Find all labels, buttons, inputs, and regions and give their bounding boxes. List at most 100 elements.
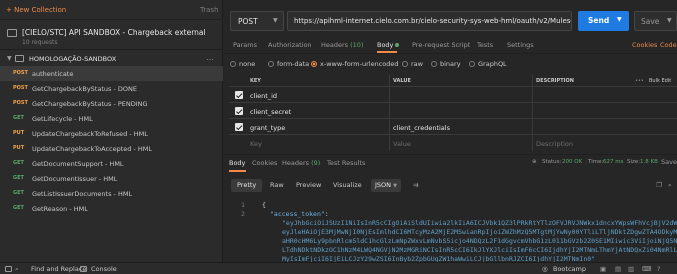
tab-settings[interactable]: Settings [507, 41, 534, 49]
more-options-icon[interactable]: ••• [635, 78, 644, 84]
sidebar-request-item[interactable]: GET GetListIssuerDocuments - HML [0, 186, 223, 201]
request-name: GetReason - HML [32, 204, 88, 213]
response-tab-body[interactable]: Body [229, 159, 245, 167]
sidebar-request-item[interactable]: GET GetLifecycle - HML [0, 111, 223, 126]
format-select-value: JSON [375, 181, 392, 189]
search-icon: ⌕ [15, 265, 19, 273]
request-tabs: Params Authorization Headers (10) Body P… [224, 38, 677, 54]
bootcamp-button[interactable]: Bootcamp [553, 265, 586, 273]
radio-urlencoded[interactable] [311, 61, 317, 67]
chevron-down-icon: ▼ [393, 183, 397, 189]
json-string-value: eyJleHAiOjE3MjMwNjI0NjEsImlhdCI6MTcyMzA2… [282, 228, 677, 236]
sidebar-toggle-icon[interactable] [5, 266, 12, 272]
chevron-down-icon: ▼ [273, 17, 278, 24]
response-tab-cookies[interactable]: Cookies [252, 159, 277, 167]
sidebar-request-item[interactable]: PUT UpdateChargebackToRefused - HML [0, 126, 223, 141]
format-pretty-button[interactable]: Pretty [231, 179, 263, 192]
request-name: GetDocumentSupport - HML [32, 159, 124, 168]
folder-homologacao[interactable]: ▼ HOMOLOGAÇÃO-SANDBOX … [0, 52, 223, 66]
response-tab-headers-count: (9) [311, 159, 321, 167]
search-icon[interactable]: ⌕ [662, 179, 677, 192]
trash-button[interactable]: Trash [200, 6, 219, 14]
table-row[interactable]: client_id [229, 87, 677, 103]
tab-body-underline [377, 51, 397, 53]
tab-headers-count: (10) [350, 41, 364, 49]
sidebar-request-item[interactable]: POST GetChargebackByStatus - PENDING [0, 96, 223, 111]
request-method-badge: POST [13, 70, 28, 76]
table-row[interactable]: grant_type client_credentials [229, 119, 677, 135]
json-punctuation: { [262, 201, 266, 209]
console-button[interactable]: Console [91, 265, 117, 273]
help-icon[interactable]: ? [657, 265, 660, 273]
param-key[interactable]: client_secret [250, 108, 291, 116]
request-method-badge: GET [13, 115, 24, 121]
tab-body[interactable]: Body [377, 41, 400, 49]
tab-pre-request-script[interactable]: Pre-request Script [412, 41, 470, 49]
radio-binary[interactable] [431, 61, 437, 67]
param-key[interactable]: grant_type [250, 124, 285, 132]
two-pane-icon[interactable]: ▥ [628, 265, 634, 273]
row-checkbox[interactable] [235, 123, 243, 131]
save-response-button[interactable]: Save Response [661, 158, 677, 166]
url-input[interactable]: https://apihml-internet.cielo.com.br/cie… [287, 11, 572, 31]
code-line: "eyJhbGciOiJSUzI1NiIsInR5cCIgOiAiSldUIiw… [282, 219, 677, 227]
wrap-lines-icon[interactable]: ⇉ [407, 179, 424, 192]
radio-form-data[interactable] [268, 61, 274, 67]
new-collection-button[interactable]: + New Collection [6, 6, 66, 14]
response-body-code[interactable]: 1 {2 "access_token": "eyJhbGciOiJSUzI1NiIsI… [224, 198, 677, 262]
request-name: GetListIssuerDocuments - HML [32, 189, 133, 198]
response-tab-headers[interactable]: Headers (9) [282, 159, 320, 167]
radio-raw[interactable] [402, 61, 408, 67]
tab-params[interactable]: Params [233, 41, 257, 49]
cookies-link[interactable]: Cookies [632, 41, 657, 49]
description-placeholder[interactable]: Description [536, 140, 573, 148]
save-button[interactable]: Save ▼ [634, 11, 677, 31]
param-key[interactable]: client_id [250, 92, 277, 100]
table-row[interactable]: client_secret [229, 103, 677, 119]
param-value[interactable]: client_credentials [393, 124, 450, 132]
code-line: eyJleHAiOjE3MjMwNjI0NjEsImlhdCI6MTcyMzA2… [282, 228, 677, 236]
column-divider [532, 75, 533, 151]
row-checkbox[interactable] [235, 91, 243, 99]
radio-none[interactable] [230, 61, 236, 67]
radio-graphql[interactable] [469, 61, 475, 67]
collection-header[interactable]: [CIELO/STC] API SANDBOX - Chargeback ext… [0, 22, 223, 50]
sidebar-request-item[interactable]: GET GetDocumentIssuer - HML [0, 171, 223, 186]
sidebar-request-item[interactable]: POST authenticate [0, 66, 223, 81]
key-placeholder[interactable]: Key [250, 140, 262, 148]
find-replace-button[interactable]: Find and Replace [31, 265, 86, 273]
browse-icon[interactable]: ▤ [615, 265, 621, 273]
response-format-bar: Pretty Raw Preview Visualize JSON ▼ ⇉ ❐ … [224, 175, 677, 195]
time-value: 627 ms [603, 159, 624, 165]
more-options-icon[interactable]: … [206, 53, 214, 62]
format-select[interactable]: JSON ▼ [371, 179, 401, 192]
send-button[interactable]: Send ▼ [578, 11, 629, 31]
tab-headers[interactable]: Headers (10) [321, 41, 363, 49]
format-preview-button[interactable]: Preview [290, 179, 327, 192]
chevron-down-icon[interactable]: ▼ [617, 16, 622, 23]
format-raw-button[interactable]: Raw [264, 179, 290, 192]
table-row-new[interactable]: Key Value Description [229, 135, 677, 151]
code-link[interactable]: Code [660, 41, 677, 49]
request-method-badge: GET [13, 160, 24, 166]
method-select[interactable]: POST ▼ [230, 11, 284, 31]
caret-down-icon[interactable]: ▼ [7, 55, 12, 62]
row-checkbox[interactable] [235, 107, 243, 115]
tab-tests[interactable]: Tests [477, 41, 493, 49]
format-visualize-button[interactable]: Visualize [327, 179, 368, 192]
request-method-badge: PUT [13, 130, 25, 136]
sidebar-request-item[interactable]: GET GetDocumentSupport - HML [0, 156, 223, 171]
response-tab-test-results[interactable]: Test Results [327, 159, 365, 167]
sidebar-request-item[interactable]: GET GetReason - HML [0, 201, 223, 216]
chevron-down-icon[interactable]: ▼ [667, 17, 672, 24]
body-params-table: KEY VALUE DESCRIPTION ••• Bulk Edit clie… [229, 75, 677, 151]
tab-authorization[interactable]: Authorization [268, 41, 312, 49]
response-tab-headers-label: Headers [282, 159, 310, 167]
sidebar-request-item[interactable]: POST GetChargebackByStatus - DONE [0, 81, 223, 96]
bulk-edit-link[interactable]: Bulk Edit [649, 78, 671, 84]
keyboard-icon[interactable]: ⌨ [642, 265, 651, 273]
sidebar-request-item[interactable]: PUT UpdateChargebackToAccepted - HML [0, 141, 223, 156]
build-icon[interactable]: ▣ [600, 265, 606, 273]
value-placeholder[interactable]: Value [393, 140, 411, 148]
request-method-badge: POST [13, 85, 28, 91]
